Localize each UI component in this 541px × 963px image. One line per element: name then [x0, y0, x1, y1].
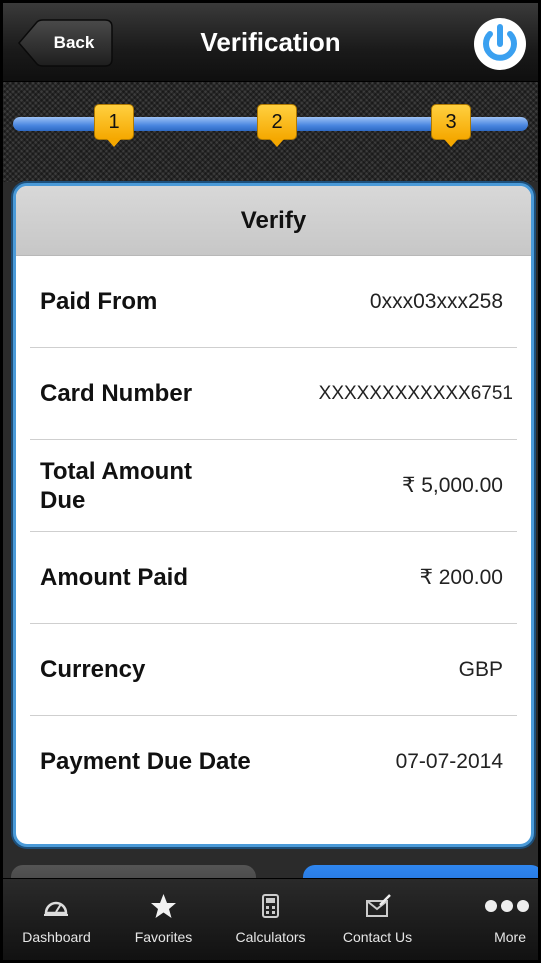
row-value: 07-07-2014: [395, 749, 503, 773]
detail-row-card-number: Card Number XXXXXXXXXXXX6751: [30, 348, 517, 440]
detail-row-payment-due-date: Payment Due Date 07-07-2014: [30, 716, 517, 807]
row-label: Currency: [40, 656, 146, 683]
power-icon[interactable]: [473, 17, 527, 71]
calculator-icon: [262, 894, 279, 918]
page-title: Verification: [200, 27, 341, 57]
contact-icon: [366, 894, 391, 917]
detail-row-amount-paid: Amount Paid ₹ 200.00: [30, 532, 517, 624]
app-screen: Back Verification 1 2 3 Verify Paid From…: [3, 3, 538, 960]
tab-label: Dashboard: [22, 929, 91, 945]
dashboard-icon: [44, 901, 68, 916]
row-label: Amount Paid: [40, 564, 188, 591]
star-icon: [151, 894, 176, 918]
detail-row-currency: Currency GBP: [30, 624, 517, 716]
detail-row-paid-from: Paid From 0xxx03xxx258: [30, 256, 517, 348]
step-3-marker: 3: [431, 104, 471, 147]
step-1-marker: 1: [94, 104, 134, 147]
tab-label: More: [494, 929, 526, 945]
tab-label: Contact Us: [342, 929, 413, 945]
row-value: GBP: [458, 657, 503, 681]
tab-more[interactable]: More: [431, 879, 538, 960]
row-label: Payment Due Date: [40, 748, 251, 775]
tab-favorites[interactable]: Favorites: [110, 879, 217, 960]
progress-steps: 1 2 3: [3, 82, 538, 182]
row-value: XXXXXXXXXXXX6751: [318, 382, 513, 404]
row-label: Paid From: [40, 288, 158, 315]
tab-calculators[interactable]: Calculators: [217, 879, 324, 960]
step-2-marker: 2: [257, 104, 297, 147]
row-value: ₹ 5,000.00: [402, 474, 503, 497]
verify-card: Verify Paid From 0xxx03xxx258 Card Numbe…: [13, 183, 534, 847]
row-value: ₹ 200.00: [419, 566, 503, 589]
back-button[interactable]: Back: [17, 19, 113, 67]
back-button-label: Back: [53, 33, 95, 52]
tab-dashboard[interactable]: Dashboard: [3, 879, 110, 960]
tab-label: Favorites: [134, 929, 193, 945]
row-value: 0xxx03xxx258: [369, 289, 503, 313]
row-label: Card Number: [40, 380, 193, 407]
detail-row-total-amount-due: Total Amount Due ₹ 5,000.00: [30, 440, 517, 532]
tab-label: Calculators: [235, 929, 306, 945]
nav-bar: Back Verification: [3, 3, 538, 82]
card-title: Verify: [16, 186, 531, 256]
more-icon: [485, 900, 529, 912]
tab-contact-us[interactable]: Contact Us: [324, 879, 431, 960]
row-label: Total Amount Due: [40, 457, 192, 514]
tab-bar: Dashboard Favorites Calculators Contact …: [3, 878, 538, 960]
